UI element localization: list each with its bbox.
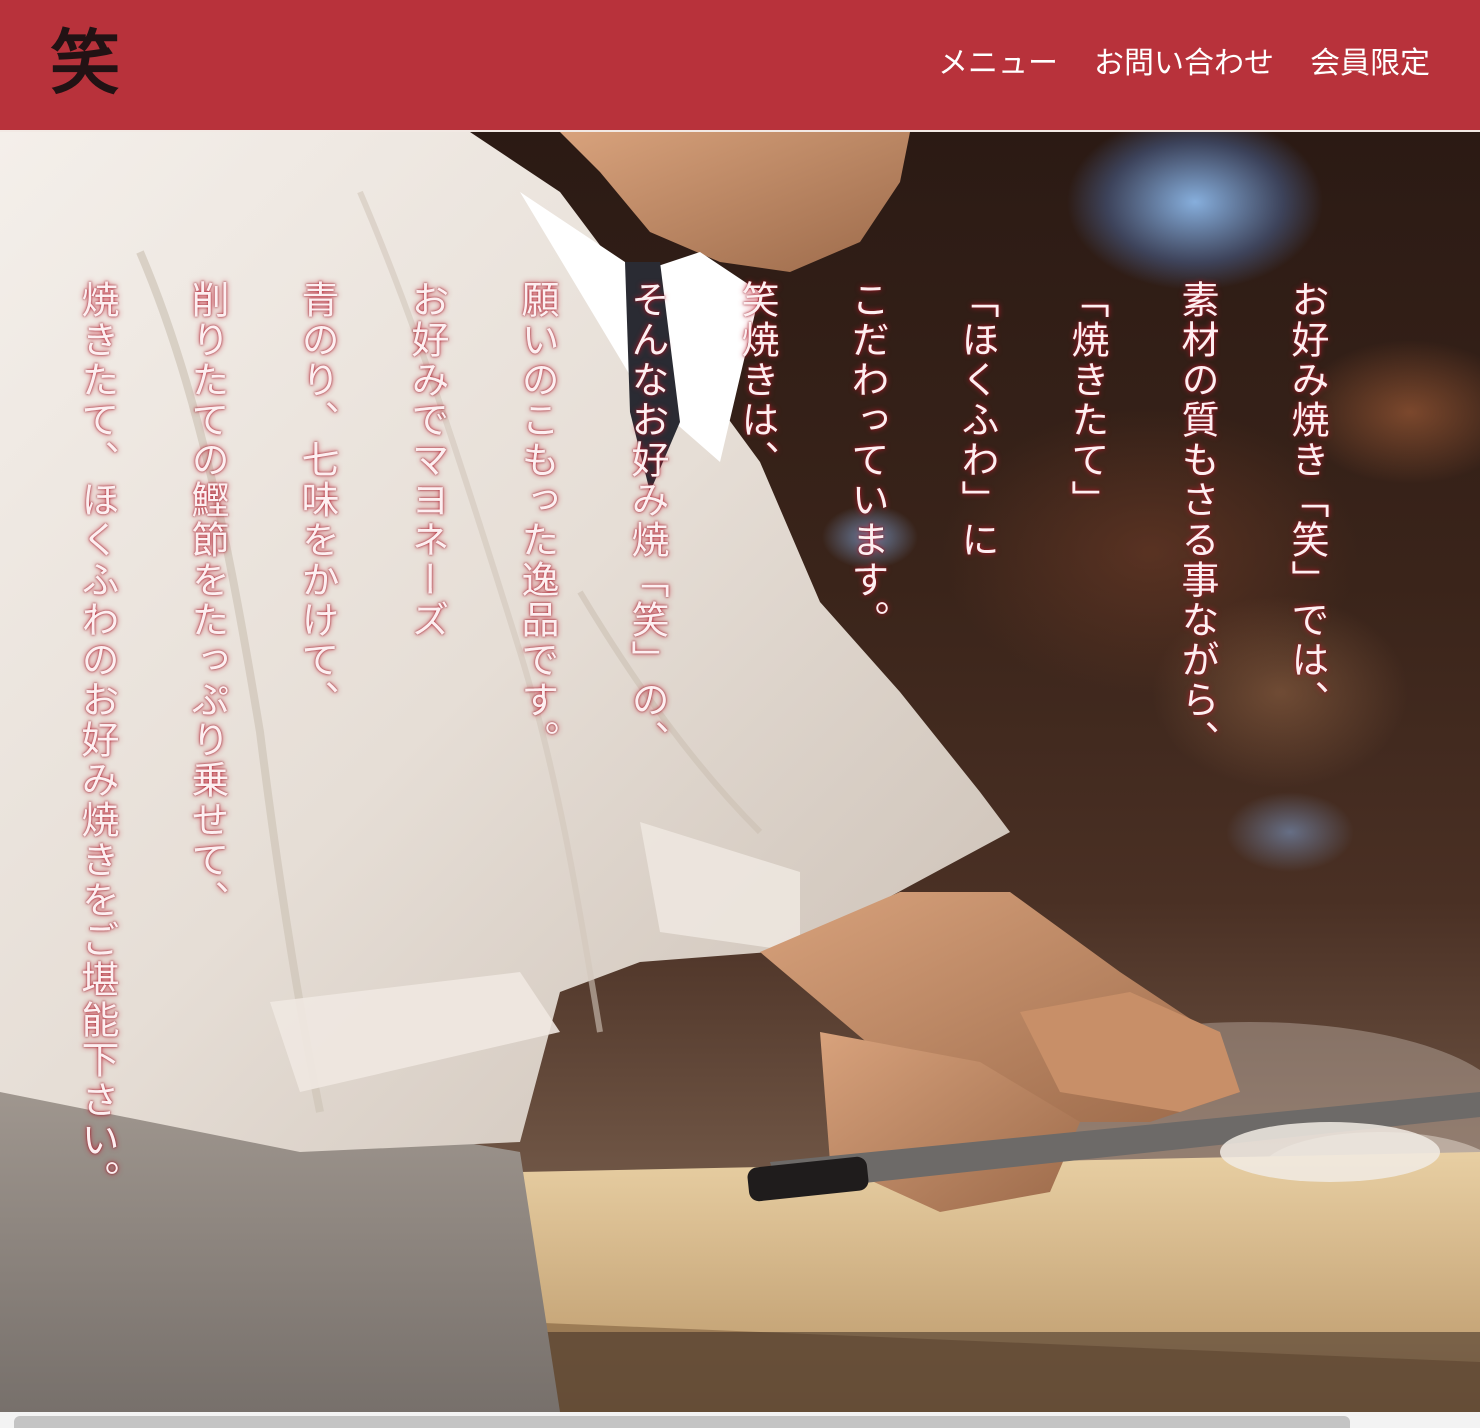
hero-line: 削りたての鰹節をたっぷり乗せて、 xyxy=(185,280,229,920)
hero-line: お好みでマヨネーズ xyxy=(405,280,449,640)
main-nav: メニュー お問い合わせ 会員限定 xyxy=(938,44,1430,84)
hero-line: 「焼きたて」 xyxy=(1065,280,1109,520)
nav-item-contact[interactable]: お問い合わせ xyxy=(1094,44,1274,84)
scrollbar-thumb[interactable] xyxy=(14,1416,1350,1428)
hero-line: 笑焼きは、 xyxy=(735,280,779,480)
hero-line: こだわっています。 xyxy=(845,280,889,640)
hero-line: 焼きたて、ほくふわのお好み焼きをご堪能下さい。 xyxy=(75,280,119,1200)
horizontal-scrollbar[interactable] xyxy=(0,1412,1480,1428)
logo[interactable]: 笑 xyxy=(50,18,120,108)
page: 笑 メニュー お問い合わせ 会員限定 お好み焼き「笑」では、 素材の質もさる事な… xyxy=(0,0,1480,1428)
hero-line: お好み焼き「笑」では、 xyxy=(1285,280,1329,720)
hero-section: お好み焼き「笑」では、 素材の質もさる事ながら、 「焼きたて」 「ほくふわ」に … xyxy=(0,132,1480,1412)
hero-line: 願いのこもった逸品です。 xyxy=(515,280,559,760)
nav-item-menu[interactable]: メニュー xyxy=(938,44,1058,84)
hero-line: そんなお好み焼「笑」の、 xyxy=(625,280,669,760)
hero-line: 「ほくふわ」に xyxy=(955,280,999,560)
hero-line: 素材の質もさる事ながら、 xyxy=(1175,280,1219,760)
hero-line: 青のり、七味をかけて、 xyxy=(295,280,339,720)
site-header: 笑 メニュー お問い合わせ 会員限定 xyxy=(0,0,1480,132)
hero-vertical-text: お好み焼き「笑」では、 素材の質もさる事ながら、 「焼きたて」 「ほくふわ」に … xyxy=(42,280,1362,1200)
nav-item-members[interactable]: 会員限定 xyxy=(1310,44,1430,84)
